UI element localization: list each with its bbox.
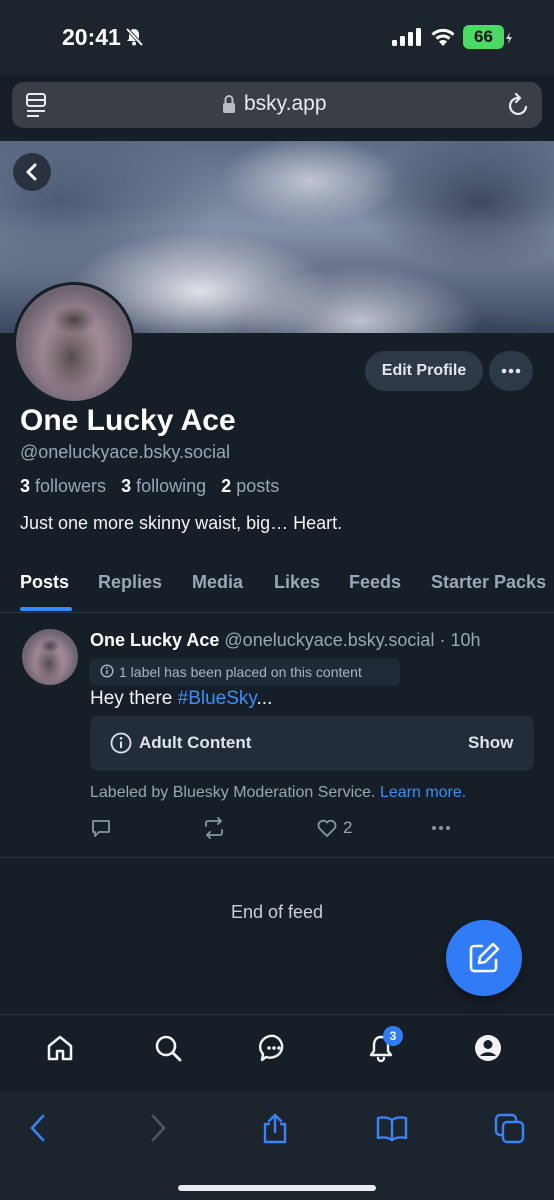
tab-media[interactable]: Media bbox=[192, 572, 243, 593]
followers-link[interactable]: 3 followers bbox=[20, 476, 106, 496]
followers-count: 3 bbox=[20, 476, 31, 496]
reply-icon[interactable] bbox=[90, 817, 112, 839]
signal-icon bbox=[392, 28, 421, 46]
post-text-suffix: ... bbox=[256, 688, 273, 709]
profile-stats: 3 followers 3 following 2 posts bbox=[20, 476, 279, 497]
like-count: 2 bbox=[343, 818, 353, 837]
safari-forward-icon[interactable] bbox=[146, 1113, 170, 1143]
more-icon bbox=[501, 368, 521, 374]
search-icon[interactable] bbox=[153, 1033, 183, 1063]
post-author-handle[interactable]: @oneluckyace.bsky.social bbox=[224, 630, 434, 650]
tab-likes[interactable]: Likes bbox=[274, 572, 320, 593]
profile-tabs: Posts Replies Media Likes Feeds Starter … bbox=[0, 568, 554, 612]
moderation-note-text: Labeled by Bluesky Moderation Service. bbox=[90, 784, 376, 801]
tabs-menu-icon[interactable] bbox=[26, 93, 48, 117]
tab-posts[interactable]: Posts bbox=[20, 572, 69, 593]
tabs-divider bbox=[0, 612, 554, 613]
reload-icon[interactable] bbox=[508, 93, 530, 117]
tabs-icon[interactable] bbox=[494, 1113, 526, 1145]
share-icon[interactable] bbox=[260, 1113, 290, 1145]
bookmarks-icon[interactable] bbox=[375, 1113, 409, 1143]
home-icon[interactable] bbox=[45, 1033, 75, 1063]
post-author-avatar[interactable] bbox=[22, 629, 78, 685]
profile-more-button[interactable] bbox=[489, 351, 533, 391]
status-time: 20:41 bbox=[62, 24, 121, 50]
browser-toolbar bbox=[0, 1092, 554, 1200]
repost-icon[interactable] bbox=[202, 817, 226, 839]
post-hashtag[interactable]: #BlueSky bbox=[178, 688, 257, 709]
tab-replies[interactable]: Replies bbox=[98, 572, 162, 593]
following-label: following bbox=[136, 476, 207, 496]
show-content-button[interactable]: Show bbox=[468, 733, 513, 753]
posts-label: posts bbox=[236, 476, 280, 496]
compose-button[interactable] bbox=[446, 920, 522, 996]
posts-count: 2 bbox=[221, 476, 232, 496]
tab-feeds[interactable]: Feeds bbox=[349, 572, 401, 593]
post-author-name[interactable]: One Lucky Ace bbox=[90, 630, 219, 650]
post-header: One Lucky Ace @oneluckyace.bsky.social ·… bbox=[90, 630, 481, 651]
back-icon bbox=[26, 163, 37, 181]
moderation-note: Labeled by Bluesky Moderation Service. L… bbox=[90, 784, 466, 802]
post-text-prefix: Hey there bbox=[90, 688, 178, 709]
bell-slash-icon bbox=[125, 27, 144, 47]
followers-label: followers bbox=[35, 476, 107, 496]
edit-profile-button[interactable]: Edit Profile bbox=[365, 351, 483, 391]
battery-icon: 66 bbox=[463, 25, 504, 49]
profile-avatar[interactable] bbox=[13, 282, 135, 404]
url-text[interactable]: bsky.app bbox=[244, 92, 327, 116]
notification-badge: 3 bbox=[383, 1026, 403, 1046]
home-indicator bbox=[178, 1185, 376, 1191]
profile-display-name: One Lucky Ace bbox=[20, 404, 236, 437]
following-link[interactable]: 3 following bbox=[121, 476, 206, 496]
compose-icon bbox=[469, 942, 500, 973]
post-more-icon[interactable] bbox=[429, 817, 453, 839]
info-icon bbox=[110, 732, 132, 754]
back-button[interactable] bbox=[13, 153, 51, 191]
battery-charging-icon bbox=[506, 32, 512, 44]
profile-icon[interactable] bbox=[473, 1033, 503, 1063]
post-text: Hey there #BlueSky... bbox=[90, 688, 272, 710]
post-time: 10h bbox=[450, 630, 481, 650]
content-label-text: 1 label has been placed on this content bbox=[119, 664, 362, 680]
tab-starter-packs[interactable]: Starter Packs bbox=[431, 572, 546, 593]
lock-icon bbox=[223, 95, 235, 113]
post-divider bbox=[0, 857, 554, 858]
wifi-icon bbox=[431, 28, 455, 46]
chat-icon[interactable] bbox=[259, 1033, 289, 1063]
like-icon[interactable] bbox=[316, 817, 338, 839]
post-separator: · bbox=[439, 630, 446, 650]
learn-more-link[interactable]: Learn more. bbox=[380, 784, 466, 801]
info-icon bbox=[100, 664, 114, 678]
safari-back-icon[interactable] bbox=[26, 1113, 50, 1143]
profile-handle: @oneluckyace.bsky.social bbox=[20, 442, 231, 462]
following-count: 3 bbox=[121, 476, 132, 496]
profile-bio: Just one more skinny waist, big… Heart. bbox=[20, 513, 343, 533]
content-warning-label: Adult Content bbox=[139, 733, 252, 752]
active-tab-indicator bbox=[20, 607, 72, 611]
